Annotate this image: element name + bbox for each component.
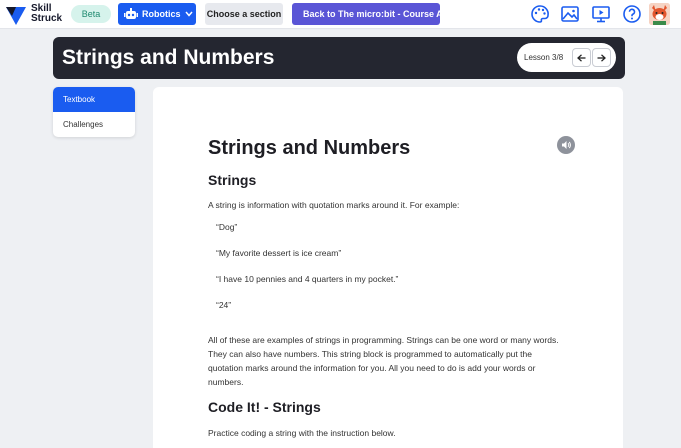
- logo-text: Skill Struck: [31, 3, 63, 24]
- presentation-icon[interactable]: [591, 4, 611, 24]
- arrow-right-icon: [597, 53, 606, 62]
- lesson-title: Strings and Numbers: [62, 46, 275, 69]
- content-heading: Strings and Numbers: [208, 137, 411, 159]
- example-string: “I have 10 pennies and 4 quarters in my …: [216, 274, 399, 284]
- help-icon[interactable]: [622, 4, 642, 24]
- example-string: “My favorite dessert is ice cream”: [216, 248, 342, 258]
- speaker-icon: [562, 141, 571, 149]
- robot-icon: [124, 8, 138, 19]
- example-string: “Dog”: [216, 222, 238, 232]
- fox-avatar-icon: [649, 3, 670, 25]
- beta-badge: Beta: [71, 5, 111, 23]
- arrow-left-icon: [577, 53, 586, 62]
- image-gallery-icon[interactable]: [560, 4, 580, 24]
- section-heading-code-it: Code It! - Strings: [208, 399, 321, 415]
- tab-challenges[interactable]: Challenges: [53, 112, 135, 137]
- robotics-label: Robotics: [142, 9, 181, 19]
- lesson-sidebar: Textbook Challenges: [53, 87, 135, 137]
- explanation-paragraph: All of these are examples of strings in …: [208, 335, 559, 387]
- tab-textbook[interactable]: Textbook: [53, 87, 135, 112]
- textbook-content-card: Strings and Numbers Strings A string is …: [153, 87, 623, 448]
- read-aloud-button[interactable]: [557, 136, 575, 154]
- intro-paragraph: A string is information with quotation m…: [208, 200, 460, 210]
- previous-lesson-button[interactable]: [572, 48, 591, 67]
- chevron-down-icon: [184, 11, 193, 17]
- robotics-dropdown-button[interactable]: Robotics: [118, 3, 196, 25]
- skill-struck-logo-icon: [6, 7, 26, 25]
- lesson-counter: Lesson 3/8: [524, 53, 564, 62]
- back-to-course-button[interactable]: Back to The micro:bit - Course A: [292, 3, 443, 25]
- practice-paragraph: Practice coding a string with the instru…: [208, 428, 396, 438]
- example-string: “24”: [216, 300, 232, 310]
- choose-section-button[interactable]: Choose a section: [205, 3, 283, 25]
- palette-icon[interactable]: [530, 4, 550, 24]
- back-button-label: Back to The micro:bit - Course A: [303, 9, 443, 19]
- lesson-navigator: Lesson 3/8: [517, 43, 616, 72]
- top-navigation-bar: Skill Struck Beta Robotics Choose a sect…: [0, 0, 681, 29]
- section-heading-strings: Strings: [208, 172, 257, 188]
- skill-struck-logo[interactable]: Skill Struck: [6, 4, 66, 26]
- lesson-banner: Strings and Numbers Lesson 3/8: [53, 37, 625, 79]
- next-lesson-button[interactable]: [592, 48, 611, 67]
- user-avatar[interactable]: [649, 3, 670, 25]
